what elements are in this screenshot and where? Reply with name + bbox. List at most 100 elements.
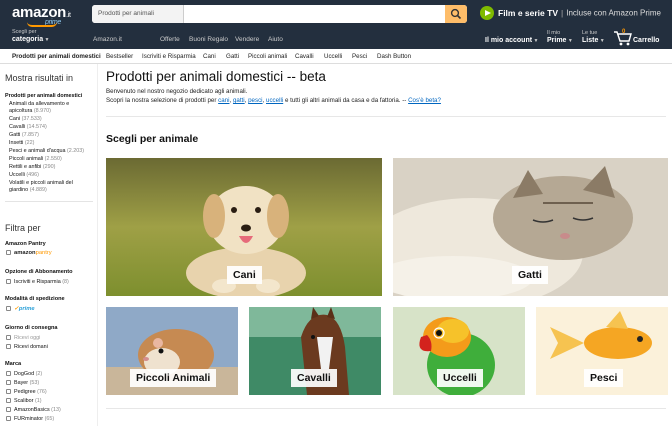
pantry-heading: Amazon Pantry (5, 241, 46, 247)
sidebar-item-count: (2.550) (44, 156, 62, 162)
tile-cats[interactable]: Gatti (393, 158, 668, 296)
brand-label: Pedigree (14, 389, 36, 395)
subscription-heading: Opzione di Abbonamento (5, 269, 73, 275)
nav-link-offerte[interactable]: Offerte (160, 36, 180, 43)
shipping-heading: Modalità di spedizione (5, 296, 65, 302)
prime-video-sub: Incluse con Amazon Prime (566, 8, 661, 18)
sidebar-item-birds[interactable]: Uccelli (496) (9, 172, 39, 179)
sidebar-item-count: (2.203) (66, 148, 85, 154)
brand-checkbox[interactable]: FURminator (65) (6, 416, 54, 423)
sidebar-root-category[interactable]: Prodotti per animali domestici (5, 93, 82, 100)
tile-horses[interactable]: Cavalli (249, 307, 381, 395)
lists-menu[interactable]: Le tue Liste ▼ (582, 30, 605, 45)
subscription-checkbox[interactable]: Iscriviti e Risparmia (8) (6, 279, 69, 286)
sidebar-item-farm-2[interactable]: apicoltura (8.970) (9, 108, 51, 115)
tile-small-animals[interactable]: Piccoli Animali (106, 307, 238, 395)
intro-prefix: Scopri la nostra selezione di prodotti p… (106, 97, 217, 104)
sidebar: Mostra risultati in Prodotti per animali… (0, 64, 98, 426)
category-subnav: Prodotti per animali domestici Bestselle… (0, 49, 672, 64)
intro-link-cats[interactable]: gatti (233, 97, 245, 104)
brand-checkbox[interactable]: DogGod (2) (6, 371, 42, 378)
prime-video-promo[interactable]: Film e serie TV | Incluse con Amazon Prime (480, 6, 661, 20)
intro-link-dogs[interactable]: cani (218, 97, 229, 104)
checkbox-icon (6, 344, 11, 349)
tile-fish[interactable]: Pesci (536, 307, 668, 395)
sidebar-item-horses[interactable]: Cavalli (14.574) (9, 124, 47, 131)
brand-checkbox[interactable]: Scalibor (1) (6, 398, 42, 405)
brand-checkbox[interactable]: Pedigree (76) (6, 389, 47, 396)
search-department-label: Prodotti per animali domestici (98, 10, 154, 17)
intro-link-birds[interactable]: uccelli (266, 97, 283, 104)
nav-link-amazon-it[interactable]: Amazon.it (93, 36, 122, 43)
sidebar-item-insects[interactable]: Insetti (22) (9, 140, 34, 147)
nav-link-aiuto[interactable]: Aiuto (268, 36, 283, 43)
subnav-cats[interactable]: Gatti (226, 53, 239, 60)
intro-link-fish[interactable]: pesci (248, 97, 262, 104)
cart-count: 0 (622, 29, 626, 35)
amazon-logo[interactable]: amazon.it prime (12, 4, 71, 27)
intro-suffix: e tutti gli altri animali da casa e da f… (284, 97, 407, 104)
subnav-fish[interactable]: Pesci (352, 53, 367, 60)
search-department-select[interactable]: Prodotti per animali domestici▼ (92, 5, 184, 23)
sidebar-item-label: Piccoli animali (9, 156, 44, 162)
delivery-today-checkbox[interactable]: Ricevi oggi (6, 335, 40, 342)
smile-icon (27, 22, 57, 27)
sidebar-item-farm[interactable]: Animali da allevamento e (9, 101, 69, 108)
sidebar-item-label: apicoltura (9, 108, 33, 114)
brand-heading: Marca (5, 361, 22, 367)
pantry-checkbox[interactable]: amazonpantry (6, 250, 52, 257)
sidebar-item-label: Cani (9, 116, 21, 122)
tile-dogs[interactable]: Cani (106, 158, 382, 296)
brand-checkbox[interactable]: Bayer (53) (6, 380, 39, 387)
sidebar-item-garden[interactable]: Volatili e piccoli animali del (9, 180, 73, 187)
brand-count: (2) (35, 371, 43, 377)
account-menu[interactable]: Il mio account ▼ (485, 37, 538, 45)
my-prime-menu[interactable]: Il mio Prime ▼ (547, 30, 573, 45)
subnav-dash-button[interactable]: Dash Button (377, 53, 411, 60)
sidebar-item-garden-2[interactable]: giardino (4.889) (9, 187, 47, 194)
checkbox-icon (6, 306, 11, 311)
sidebar-item-fish[interactable]: Pesci e animali d'acqua (2.203) (9, 148, 84, 155)
sidebar-item-count: (496) (26, 172, 39, 178)
subnav-pet-supplies[interactable]: Prodotti per animali domestici (12, 53, 101, 60)
brand-count: (76) (37, 389, 47, 395)
brand-checkbox[interactable]: AmazonBasics (13) (6, 407, 61, 414)
subnav-small-animals[interactable]: Piccoli animali (248, 53, 287, 60)
tile-label: Cani (227, 266, 262, 284)
delivery-tomorrow-checkbox[interactable]: Ricevi domani (6, 344, 48, 351)
nav-link-buoni-regalo[interactable]: Buoni Regalo (189, 36, 228, 43)
checkbox-icon (6, 416, 11, 421)
tile-label: Cavalli (291, 369, 337, 387)
sidebar-item-small-animals[interactable]: Piccoli animali (2.550) (9, 156, 62, 163)
search-bar[interactable]: Prodotti per animali domestici▼ (92, 5, 467, 23)
sidebar-item-reptiles[interactable]: Rettili e anfibi (290) (9, 164, 55, 171)
sidebar-item-label: Volatili e piccoli animali del (9, 180, 73, 186)
logo-tld: .it (66, 12, 71, 19)
categories-menu[interactable]: Scegli per categoria ▼ (12, 29, 49, 44)
prime-logo: prime (18, 306, 35, 312)
sidebar-item-label: Rettili e anfibi (9, 164, 42, 170)
subnav-birds[interactable]: Uccelli (324, 53, 342, 60)
section-title: Scegli per animale (106, 133, 199, 145)
sidebar-item-count: (8.970) (33, 108, 51, 114)
sidebar-item-cats[interactable]: Gatti (7.857) (9, 132, 39, 139)
checkbox-icon (6, 371, 11, 376)
subnav-subscribe-save[interactable]: Iscriviti e Risparmia (142, 53, 196, 60)
tile-birds[interactable]: Uccelli (393, 307, 525, 395)
sidebar-item-count: (22) (24, 140, 35, 146)
subnav-bestseller[interactable]: Bestseller (106, 53, 133, 60)
search-button[interactable] (445, 5, 467, 23)
sidebar-item-dogs[interactable]: Cani (37.533) (9, 116, 42, 123)
cart-label: Carrello (633, 37, 660, 44)
prime-checkbox[interactable]: ✓prime (6, 306, 35, 313)
brand-count: (13) (51, 407, 61, 413)
sidebar-item-label: Cavalli (9, 124, 26, 130)
beta-info-link[interactable]: Cos'è beta? (408, 97, 441, 104)
nav-link-vendere[interactable]: Vendere (235, 36, 259, 43)
divider (5, 201, 93, 202)
subnav-dogs[interactable]: Cani (203, 53, 216, 60)
subnav-horses[interactable]: Cavalli (295, 53, 314, 60)
checkbox-icon (6, 250, 11, 255)
brand-label: Scalibor (14, 398, 34, 404)
pantry-logo-b: pantry (35, 250, 52, 256)
